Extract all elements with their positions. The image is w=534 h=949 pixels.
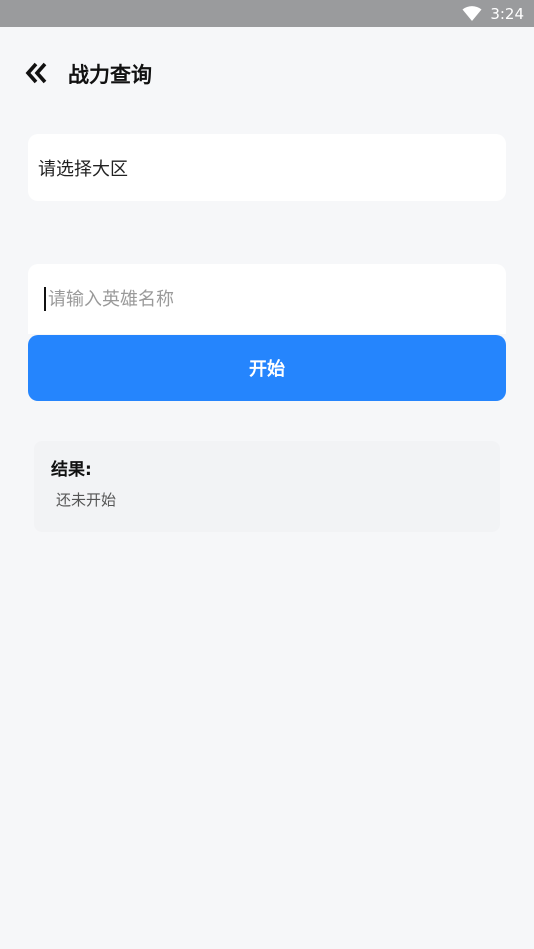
status-time: 3:24 xyxy=(490,4,524,23)
wifi-icon xyxy=(462,5,482,21)
page-title: 战力查询 xyxy=(68,63,152,87)
hero-name-input[interactable] xyxy=(48,288,488,310)
result-panel: 结果: 还未开始 xyxy=(34,441,500,532)
start-button-label: 开始 xyxy=(249,359,285,379)
text-caret xyxy=(44,287,46,311)
hero-name-field[interactable] xyxy=(28,264,506,334)
result-label: 结果: xyxy=(51,460,92,480)
chevron-double-left-icon xyxy=(25,62,47,84)
status-bar: 3:24 xyxy=(0,0,534,27)
result-value: 还未开始 xyxy=(56,491,117,509)
back-button[interactable] xyxy=(24,61,50,85)
start-button[interactable]: 开始 xyxy=(28,335,506,401)
region-select[interactable]: 请选择大区 xyxy=(28,134,506,201)
region-select-label: 请选择大区 xyxy=(38,158,128,180)
header: 战力查询 xyxy=(0,27,534,119)
